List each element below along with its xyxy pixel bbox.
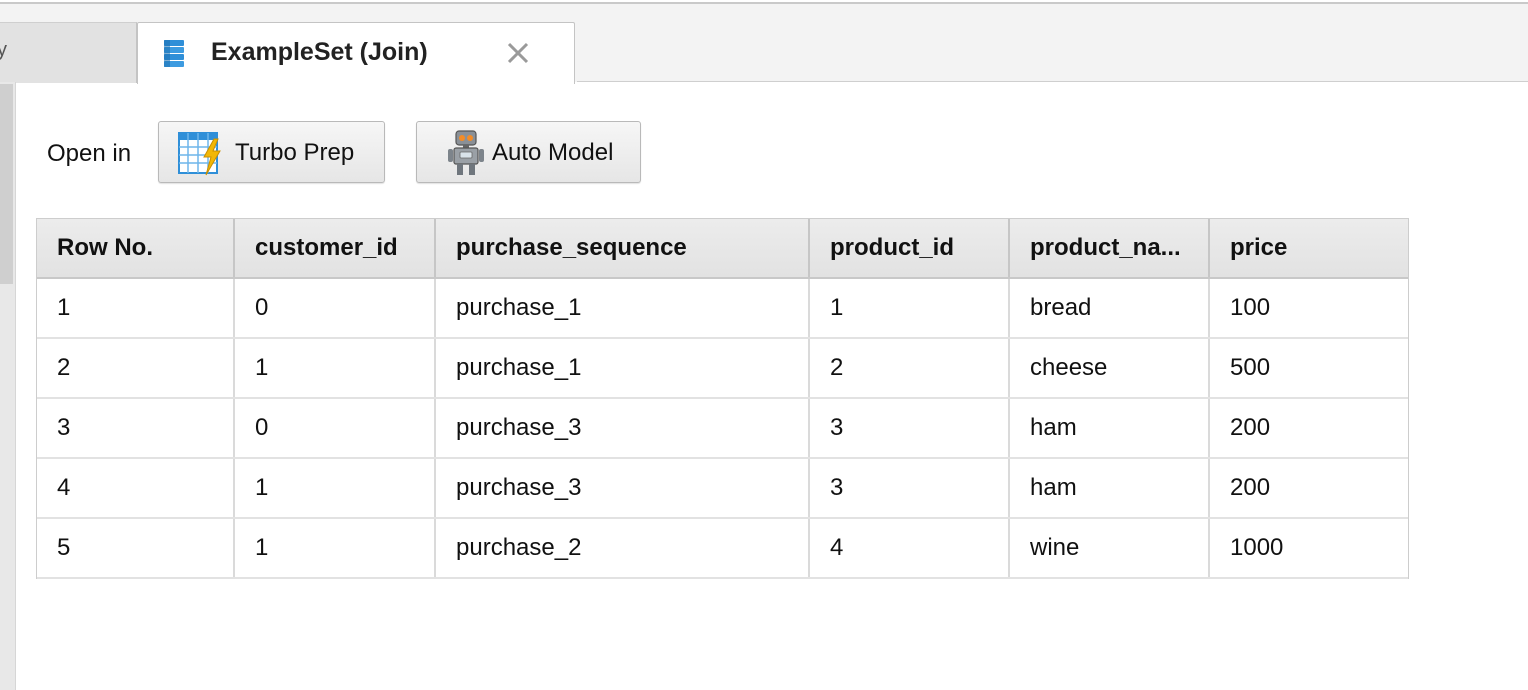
- table-cell[interactable]: cheese: [1009, 338, 1210, 399]
- tab-previous[interactable]: y: [0, 22, 137, 83]
- table-cell[interactable]: purchase_2: [435, 518, 810, 579]
- left-scrollbar-thumb[interactable]: [0, 84, 13, 284]
- table-cell[interactable]: purchase_3: [435, 458, 810, 519]
- table-row[interactable]: 2 1 purchase_1 2 cheese 500: [37, 338, 1408, 399]
- table-cell[interactable]: 3: [809, 398, 1010, 459]
- table-cell[interactable]: wine: [1009, 518, 1210, 579]
- robot-icon: [448, 130, 484, 175]
- table-cell[interactable]: 1: [234, 518, 436, 579]
- auto-model-button[interactable]: Auto Model: [416, 121, 641, 183]
- close-icon[interactable]: [505, 40, 531, 66]
- table-cell[interactable]: 200: [1209, 398, 1408, 459]
- table-cell[interactable]: ham: [1009, 398, 1210, 459]
- table-cell[interactable]: 2: [37, 338, 235, 399]
- table-cell[interactable]: 2: [809, 338, 1010, 399]
- table-cell[interactable]: 1: [37, 278, 235, 339]
- table-cell[interactable]: purchase_3: [435, 398, 810, 459]
- column-header-product-name[interactable]: product_na...: [1009, 219, 1210, 279]
- table-row[interactable]: 5 1 purchase_2 4 wine 1000: [37, 518, 1408, 579]
- table-cell[interactable]: 0: [234, 398, 436, 459]
- table-cell[interactable]: purchase_1: [435, 278, 810, 339]
- table-cell[interactable]: 4: [37, 458, 235, 519]
- auto-model-label: Auto Model: [492, 139, 614, 166]
- turbo-prep-icon: [178, 132, 221, 176]
- table-cell[interactable]: 1: [809, 278, 1010, 339]
- table-cell[interactable]: 200: [1209, 458, 1408, 519]
- data-table[interactable]: Row No. customer_id purchase_sequence pr…: [36, 218, 1409, 579]
- table-row[interactable]: 3 0 purchase_3 3 ham 200: [37, 398, 1408, 459]
- table-cell[interactable]: 1000: [1209, 518, 1408, 579]
- column-header-price[interactable]: price: [1209, 219, 1408, 279]
- tab-bar-divider: [577, 81, 1528, 82]
- table-cell[interactable]: 1: [234, 338, 436, 399]
- turbo-prep-button[interactable]: Turbo Prep: [158, 121, 385, 183]
- table-cell[interactable]: 4: [809, 518, 1010, 579]
- tab-title: ExampleSet (Join): [211, 38, 428, 66]
- table-cell[interactable]: 500: [1209, 338, 1408, 399]
- table-cell[interactable]: purchase_1: [435, 338, 810, 399]
- table-cell[interactable]: bread: [1009, 278, 1210, 339]
- table-cell[interactable]: 5: [37, 518, 235, 579]
- table-cell[interactable]: 100: [1209, 278, 1408, 339]
- turbo-prep-label: Turbo Prep: [235, 139, 355, 166]
- table-cell[interactable]: 3: [37, 398, 235, 459]
- table-header-row: Row No. customer_id purchase_sequence pr…: [37, 219, 1408, 279]
- table-cell[interactable]: 1: [234, 458, 436, 519]
- column-header-customer-id[interactable]: customer_id: [234, 219, 436, 279]
- column-header-row-no[interactable]: Row No.: [37, 219, 235, 279]
- open-in-label: Open in: [47, 140, 132, 167]
- table-cell[interactable]: ham: [1009, 458, 1210, 519]
- column-header-product-id[interactable]: product_id: [809, 219, 1010, 279]
- database-stack-icon: [164, 40, 184, 67]
- table-cell[interactable]: 3: [809, 458, 1010, 519]
- tab-previous-label: y: [0, 39, 7, 62]
- table-cell[interactable]: 0: [234, 278, 436, 339]
- column-header-purchase-sequence[interactable]: purchase_sequence: [435, 219, 810, 279]
- table-row[interactable]: 1 0 purchase_1 1 bread 100: [37, 278, 1408, 339]
- table-row[interactable]: 4 1 purchase_3 3 ham 200: [37, 458, 1408, 519]
- tab-exampleset-join[interactable]: ExampleSet (Join): [137, 22, 575, 84]
